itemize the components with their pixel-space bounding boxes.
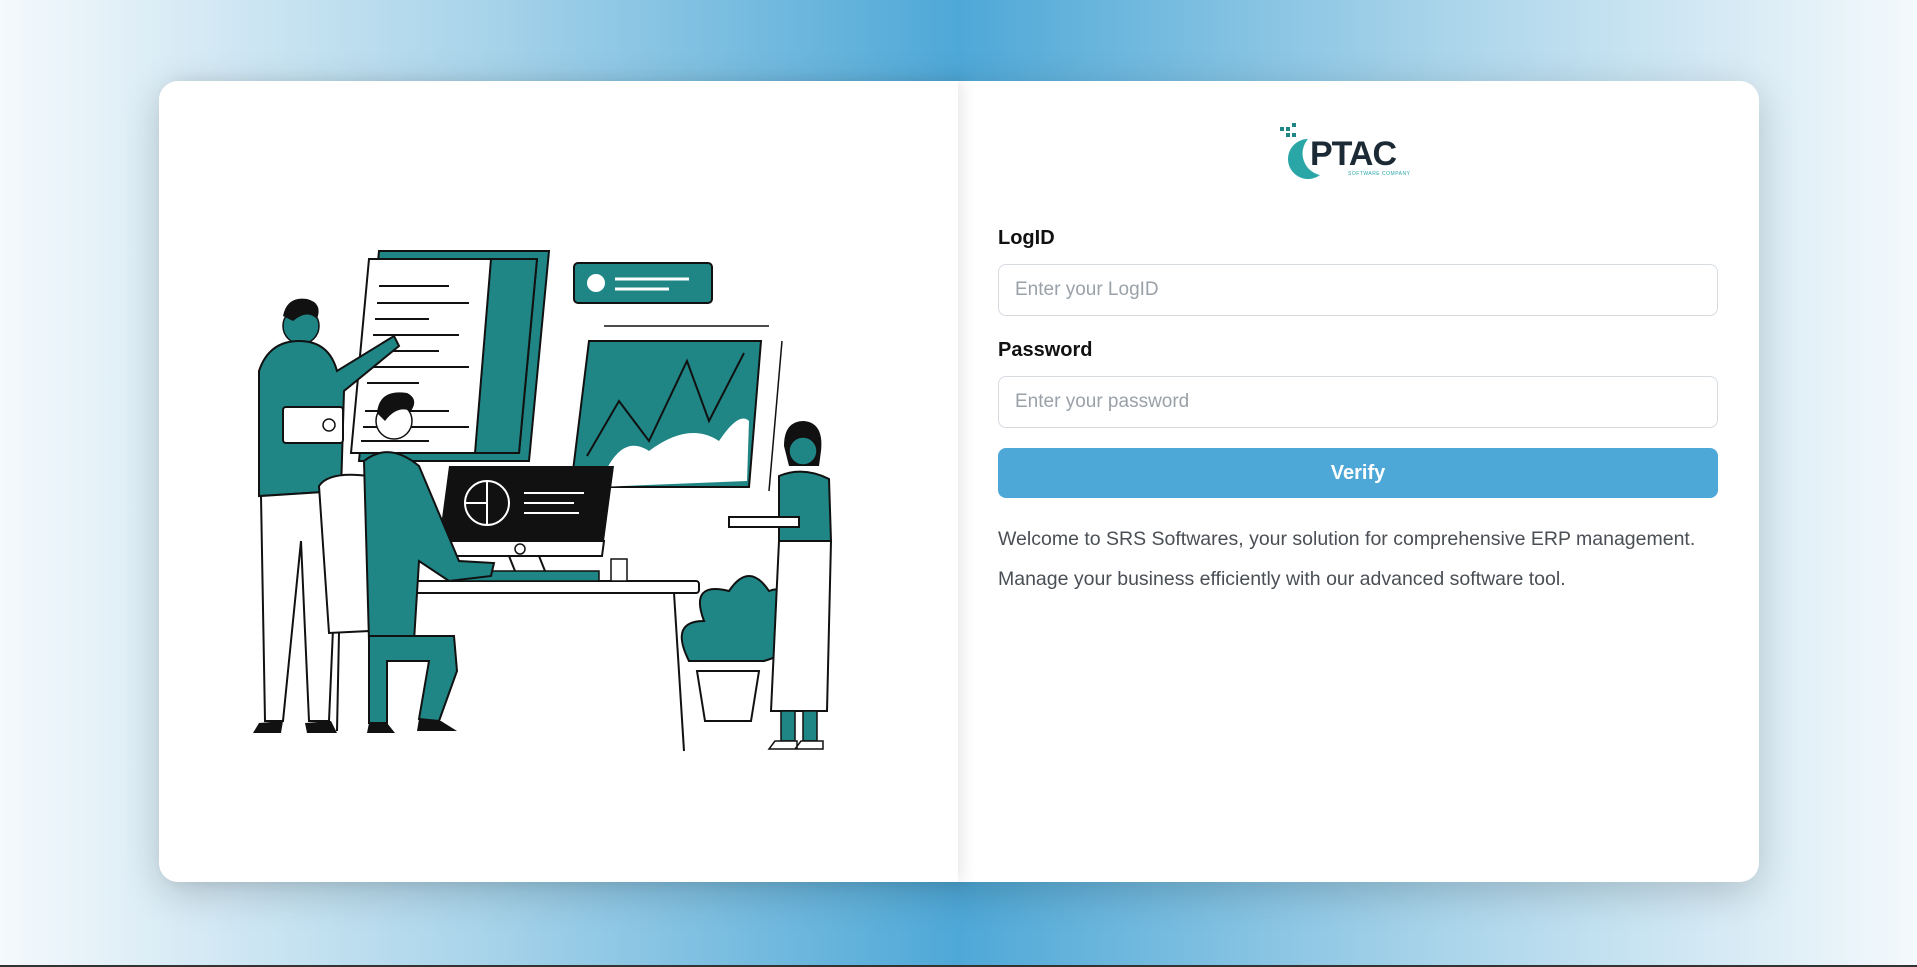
password-input[interactable]: [998, 376, 1718, 428]
logid-input[interactable]: [998, 264, 1718, 316]
logid-label: LogID: [998, 227, 1055, 249]
login-card: PTAC SOFTWARE COMPANY LogID Password Ver…: [159, 81, 1759, 882]
svg-text:PTAC: PTAC: [1310, 135, 1396, 173]
verify-button[interactable]: Verify: [998, 448, 1718, 498]
welcome-text: Welcome to SRS Softwares, your solution …: [998, 519, 1738, 599]
password-label: Password: [998, 339, 1093, 361]
illustration-panel: [159, 81, 958, 882]
team-working-illustration: [253, 250, 833, 752]
ptac-logo: PTAC SOFTWARE COMPANY: [1280, 123, 1411, 179]
welcome-line-1: Welcome to SRS Softwares, your solution …: [998, 528, 1696, 550]
svg-text:SOFTWARE COMPANY: SOFTWARE COMPANY: [1348, 171, 1411, 177]
login-form-panel: PTAC SOFTWARE COMPANY LogID Password Ver…: [958, 81, 1759, 882]
welcome-line-2: Manage your business efficiently with ou…: [998, 568, 1566, 590]
